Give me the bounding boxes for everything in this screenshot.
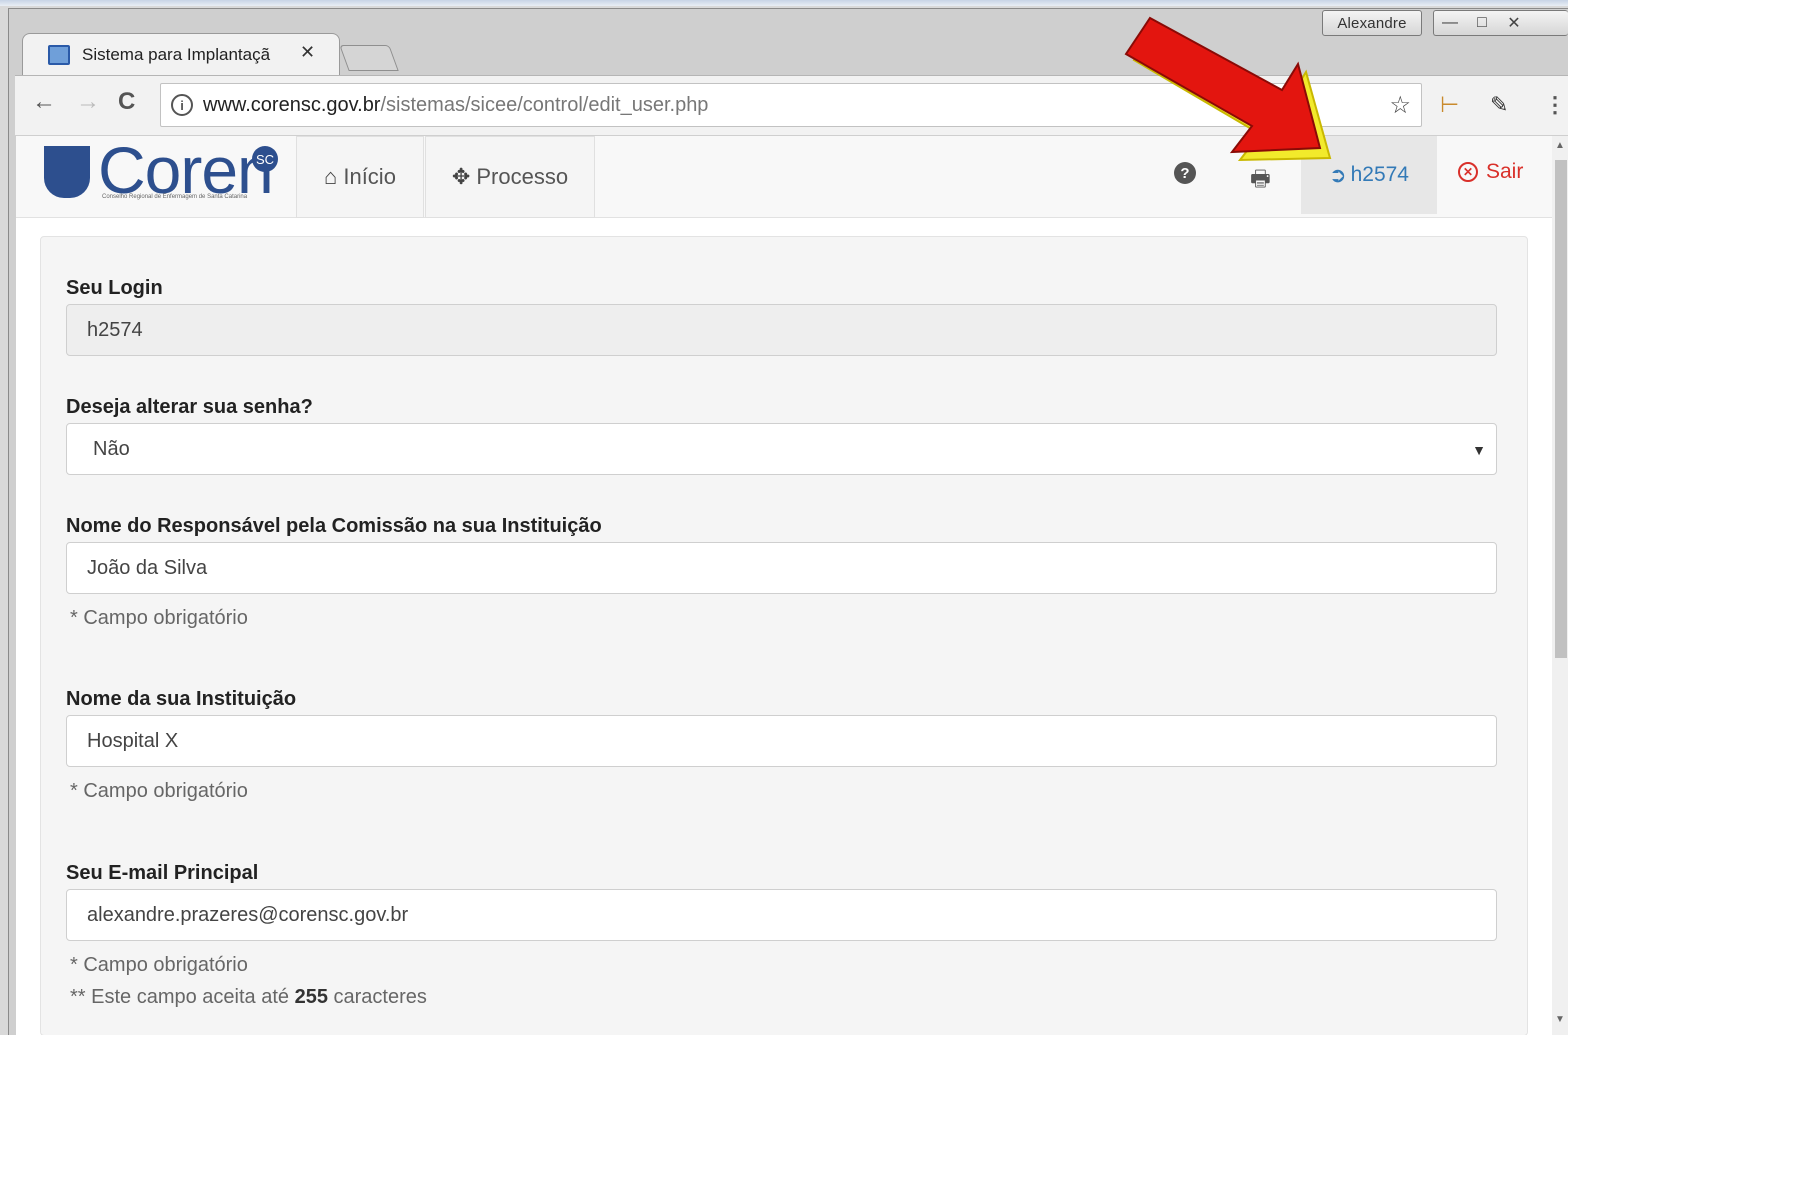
extension-icon[interactable]: ⊢ [1440, 92, 1459, 118]
home-icon: ⌂ [324, 164, 338, 189]
logout-link[interactable]: ✕ Sair [1458, 160, 1523, 184]
email-label: Seu E-mail Principal [66, 862, 259, 884]
responsible-help: * Campo obrigatório [70, 607, 248, 629]
scroll-up-icon[interactable]: ▲ [1555, 140, 1565, 151]
coren-logo[interactable]: Coren SC Conselho Regional de Enfermagem… [44, 133, 284, 207]
annotation-arrow-icon [1124, 16, 1332, 162]
close-window-button[interactable]: ✕ [1498, 13, 1530, 33]
shield-icon [44, 146, 90, 198]
change-password-label: Deseja alterar sua senha? [66, 396, 313, 418]
info-icon[interactable]: i [171, 94, 193, 116]
eyedropper-icon[interactable]: ✎ [1490, 92, 1508, 118]
back-button[interactable]: ← [32, 88, 56, 116]
favicon-icon [48, 45, 70, 65]
nav-processo[interactable]: ✥ Processo [425, 136, 595, 218]
email-maxlength-help: ** Este campo aceita até 255 caracteres [70, 986, 427, 1009]
tab-label[interactable]: Sistema para Implantaçã [48, 40, 328, 70]
bookmark-star-icon[interactable]: ☆ [1389, 91, 1411, 120]
change-password-select[interactable]: Não ▼ [66, 423, 1497, 475]
email-help2-prefix: ** Este campo aceita até [70, 986, 295, 1008]
login-field: h2574 [66, 304, 1497, 356]
scrollbar-thumb[interactable] [1555, 160, 1567, 658]
responsible-input[interactable]: João da Silva [66, 542, 1497, 594]
forward-button[interactable]: → [76, 88, 100, 116]
institution-label: Nome da sua Instituição [66, 688, 297, 710]
logo-subtitle: Conselho Regional de Enfermagem de Santa… [102, 194, 248, 200]
institution-input[interactable]: Hospital X [66, 715, 1497, 767]
browser-window: Alexandre — □ ✕ Sistema para Implantaçã … [0, 0, 1568, 1035]
minimize-button[interactable]: — [1434, 14, 1466, 32]
window-controls: — □ ✕ [1433, 10, 1568, 36]
email-max-chars: 255 [294, 986, 328, 1008]
move-icon: ✥ [451, 164, 471, 189]
scroll-down-icon[interactable]: ▼ [1555, 1014, 1565, 1025]
tab-close-icon[interactable]: ✕ [300, 42, 315, 63]
responsible-label: Nome do Responsável pela Comissão na sua… [66, 515, 602, 537]
nav-processo-label: Processo [476, 164, 569, 189]
logo-badge: SC [252, 146, 278, 172]
chevron-down-icon: ▼ [1472, 442, 1486, 458]
logout-icon: ✕ [1458, 162, 1478, 182]
nav-inicio[interactable]: ⌂ Início [296, 136, 424, 218]
tab-title: Sistema para Implantaçã [82, 45, 271, 64]
logout-label: Sair [1486, 160, 1524, 183]
institution-help: * Campo obrigatório [70, 780, 248, 802]
menu-icon[interactable]: ⋮ [1544, 92, 1566, 118]
email-help: * Campo obrigatório [70, 954, 248, 976]
window-top-border [0, 0, 1568, 6]
email-input[interactable]: alexandre.prazeres@corensc.gov.br [66, 889, 1497, 941]
new-tab-button[interactable] [339, 45, 399, 71]
url-path: /sistemas/sicee/control/edit_user.php [380, 93, 709, 116]
login-label: Seu Login [66, 277, 163, 299]
reload-button[interactable]: C [118, 88, 135, 116]
url-domain: www.corensc.gov.br [203, 93, 381, 116]
maximize-button[interactable]: □ [1466, 14, 1498, 32]
nav-inicio-label: Início [343, 164, 396, 189]
email-help2-suffix: caracteres [327, 986, 427, 1008]
change-password-value: Não [93, 437, 130, 460]
